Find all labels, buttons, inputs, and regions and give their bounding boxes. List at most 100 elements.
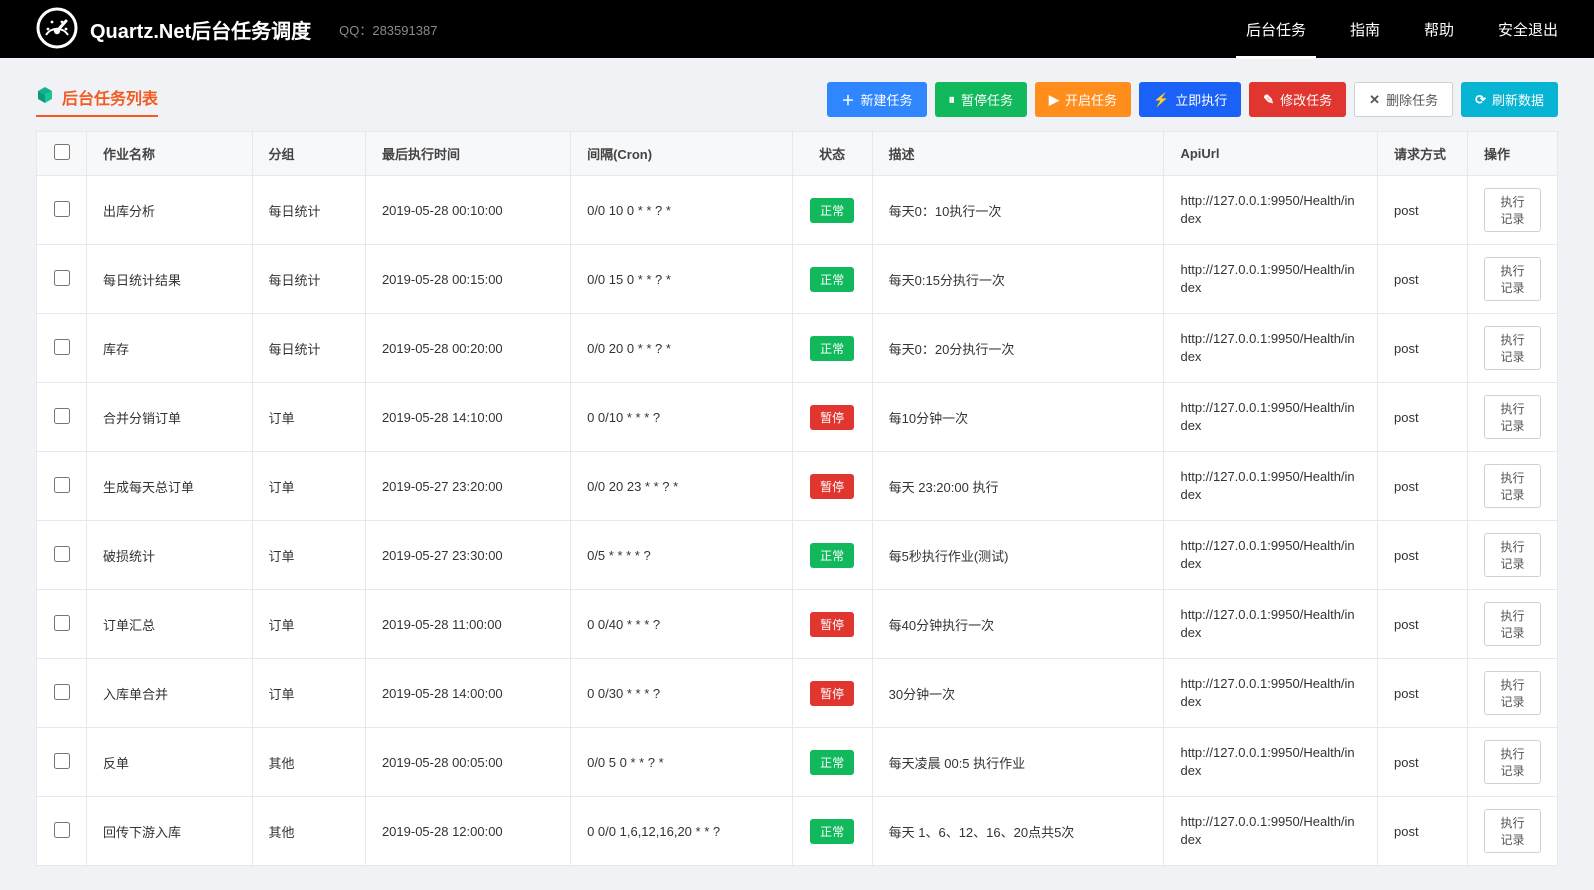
tasks-table: 作业名称 分组 最后执行时间 间隔(Cron) 状态 描述 ApiUrl 请求方… [36,131,1558,866]
cell-group: 订单 [252,521,365,590]
cell-status: 暂停 [792,659,872,728]
cell-desc: 每天凌晨 00:5 执行作业 [872,728,1164,797]
cell-status: 暂停 [792,452,872,521]
cell-cron: 0/0 20 0 * * ? * [571,314,793,383]
gauge-icon [36,7,78,52]
trash-icon: ✕ [1369,92,1380,108]
status-badge: 暂停 [810,612,854,637]
play-icon: ▶ [1049,92,1059,108]
app-subtitle: QQ：283591387 [339,20,437,39]
new-task-button[interactable]: ＋新建任务 [827,82,926,117]
table-row: 破损统计订单2019-05-27 23:30:000/5 * * * * ?正常… [37,521,1558,590]
cell-status: 正常 [792,176,872,245]
cell-op: 执行记录 [1468,797,1558,866]
cell-op: 执行记录 [1468,521,1558,590]
cell-status: 正常 [792,797,872,866]
cell-name: 入库单合并 [87,659,253,728]
cell-name: 库存 [87,314,253,383]
row-checkbox[interactable] [54,201,70,217]
content: 后台任务列表 ＋新建任务 ⏸暂停任务 ▶开启任务 ⚡立即执行 ✎修改任务 ✕删除… [0,58,1594,890]
row-log-button[interactable]: 执行记录 [1484,188,1541,232]
cell-last: 2019-05-28 14:00:00 [365,659,570,728]
row-log-button[interactable]: 执行记录 [1484,671,1541,715]
cell-group: 每日统计 [252,245,365,314]
cube-icon [36,86,54,109]
cell-last: 2019-05-27 23:30:00 [365,521,570,590]
cell-cron: 0 0/0 1,6,12,16,20 * * ? [571,797,793,866]
row-log-button[interactable]: 执行记录 [1484,740,1541,784]
row-checkbox[interactable] [54,822,70,838]
row-log-button[interactable]: 执行记录 [1484,257,1541,301]
status-badge: 暂停 [810,405,854,430]
row-log-button[interactable]: 执行记录 [1484,464,1541,508]
topnav-item[interactable]: 帮助 [1424,0,1454,58]
cell-desc: 每40分钟执行一次 [872,590,1164,659]
modify-task-label: 修改任务 [1280,90,1332,109]
topnav-item[interactable]: 安全退出 [1498,0,1558,58]
col-desc: 描述 [872,132,1164,176]
cell-group: 每日统计 [252,314,365,383]
row-checkbox[interactable] [54,753,70,769]
cell-desc: 每天 1、6、12、16、20点共5次 [872,797,1164,866]
cell-api: http://127.0.0.1:9950/Health/index [1164,590,1378,659]
cell-op: 执行记录 [1468,314,1558,383]
cell-api: http://127.0.0.1:9950/Health/index [1164,383,1378,452]
row-checkbox[interactable] [54,339,70,355]
cell-name: 订单汇总 [87,590,253,659]
cell-method: post [1378,245,1468,314]
cell-cron: 0/0 10 0 * * ? * [571,176,793,245]
delete-task-button[interactable]: ✕删除任务 [1354,82,1453,117]
new-task-label: 新建任务 [860,90,912,109]
cell-last: 2019-05-28 00:05:00 [365,728,570,797]
col-op: 操作 [1468,132,1558,176]
row-checkbox[interactable] [54,684,70,700]
cell-name: 每日统计结果 [87,245,253,314]
brand: Quartz.Net后台任务调度 QQ：283591387 [36,7,437,52]
table-row: 合并分销订单订单2019-05-28 14:10:000 0/10 * * * … [37,383,1558,452]
cell-status: 正常 [792,521,872,590]
row-log-button[interactable]: 执行记录 [1484,326,1541,370]
status-badge: 暂停 [810,474,854,499]
row-log-button[interactable]: 执行记录 [1484,395,1541,439]
row-checkbox[interactable] [54,408,70,424]
row-checkbox[interactable] [54,615,70,631]
cell-cron: 0 0/30 * * * ? [571,659,793,728]
row-log-button[interactable]: 执行记录 [1484,809,1541,853]
cell-op: 执行记录 [1468,659,1558,728]
row-log-button[interactable]: 执行记录 [1484,533,1541,577]
pause-icon: ⏸ [949,92,956,108]
table-row: 出库分析每日统计2019-05-28 00:10:000/0 10 0 * * … [37,176,1558,245]
run-now-button[interactable]: ⚡立即执行 [1139,82,1241,117]
row-checkbox[interactable] [54,477,70,493]
status-badge: 正常 [810,750,854,775]
col-group: 分组 [252,132,365,176]
cell-method: post [1378,452,1468,521]
pause-task-button[interactable]: ⏸ 暂停任务 [935,82,1028,117]
cell-cron: 0/5 * * * * ? [571,521,793,590]
cell-api: http://127.0.0.1:9950/Health/index [1164,797,1378,866]
select-all-checkbox[interactable] [54,144,70,160]
cell-name: 回传下游入库 [87,797,253,866]
cell-api: http://127.0.0.1:9950/Health/index [1164,314,1378,383]
top-nav: 后台任务指南帮助安全退出 [1246,0,1558,58]
cell-op: 执行记录 [1468,245,1558,314]
topnav-item[interactable]: 后台任务 [1246,0,1306,58]
cell-api: http://127.0.0.1:9950/Health/index [1164,176,1378,245]
cell-group: 每日统计 [252,176,365,245]
cell-api: http://127.0.0.1:9950/Health/index [1164,521,1378,590]
status-badge: 正常 [810,267,854,292]
modify-task-button[interactable]: ✎修改任务 [1249,82,1346,117]
row-checkbox[interactable] [54,270,70,286]
row-log-button[interactable]: 执行记录 [1484,602,1541,646]
row-checkbox[interactable] [54,546,70,562]
cell-method: post [1378,314,1468,383]
cell-cron: 0/0 20 23 * * ? * [571,452,793,521]
table-row: 生成每天总订单订单2019-05-27 23:20:000/0 20 23 * … [37,452,1558,521]
cell-group: 订单 [252,590,365,659]
cell-op: 执行记录 [1468,728,1558,797]
topnav-item[interactable]: 指南 [1350,0,1380,58]
start-task-button[interactable]: ▶开启任务 [1035,82,1131,117]
cell-api: http://127.0.0.1:9950/Health/index [1164,659,1378,728]
pause-task-label: 暂停任务 [961,90,1013,109]
refresh-button[interactable]: ⟳刷新数据 [1461,82,1558,117]
